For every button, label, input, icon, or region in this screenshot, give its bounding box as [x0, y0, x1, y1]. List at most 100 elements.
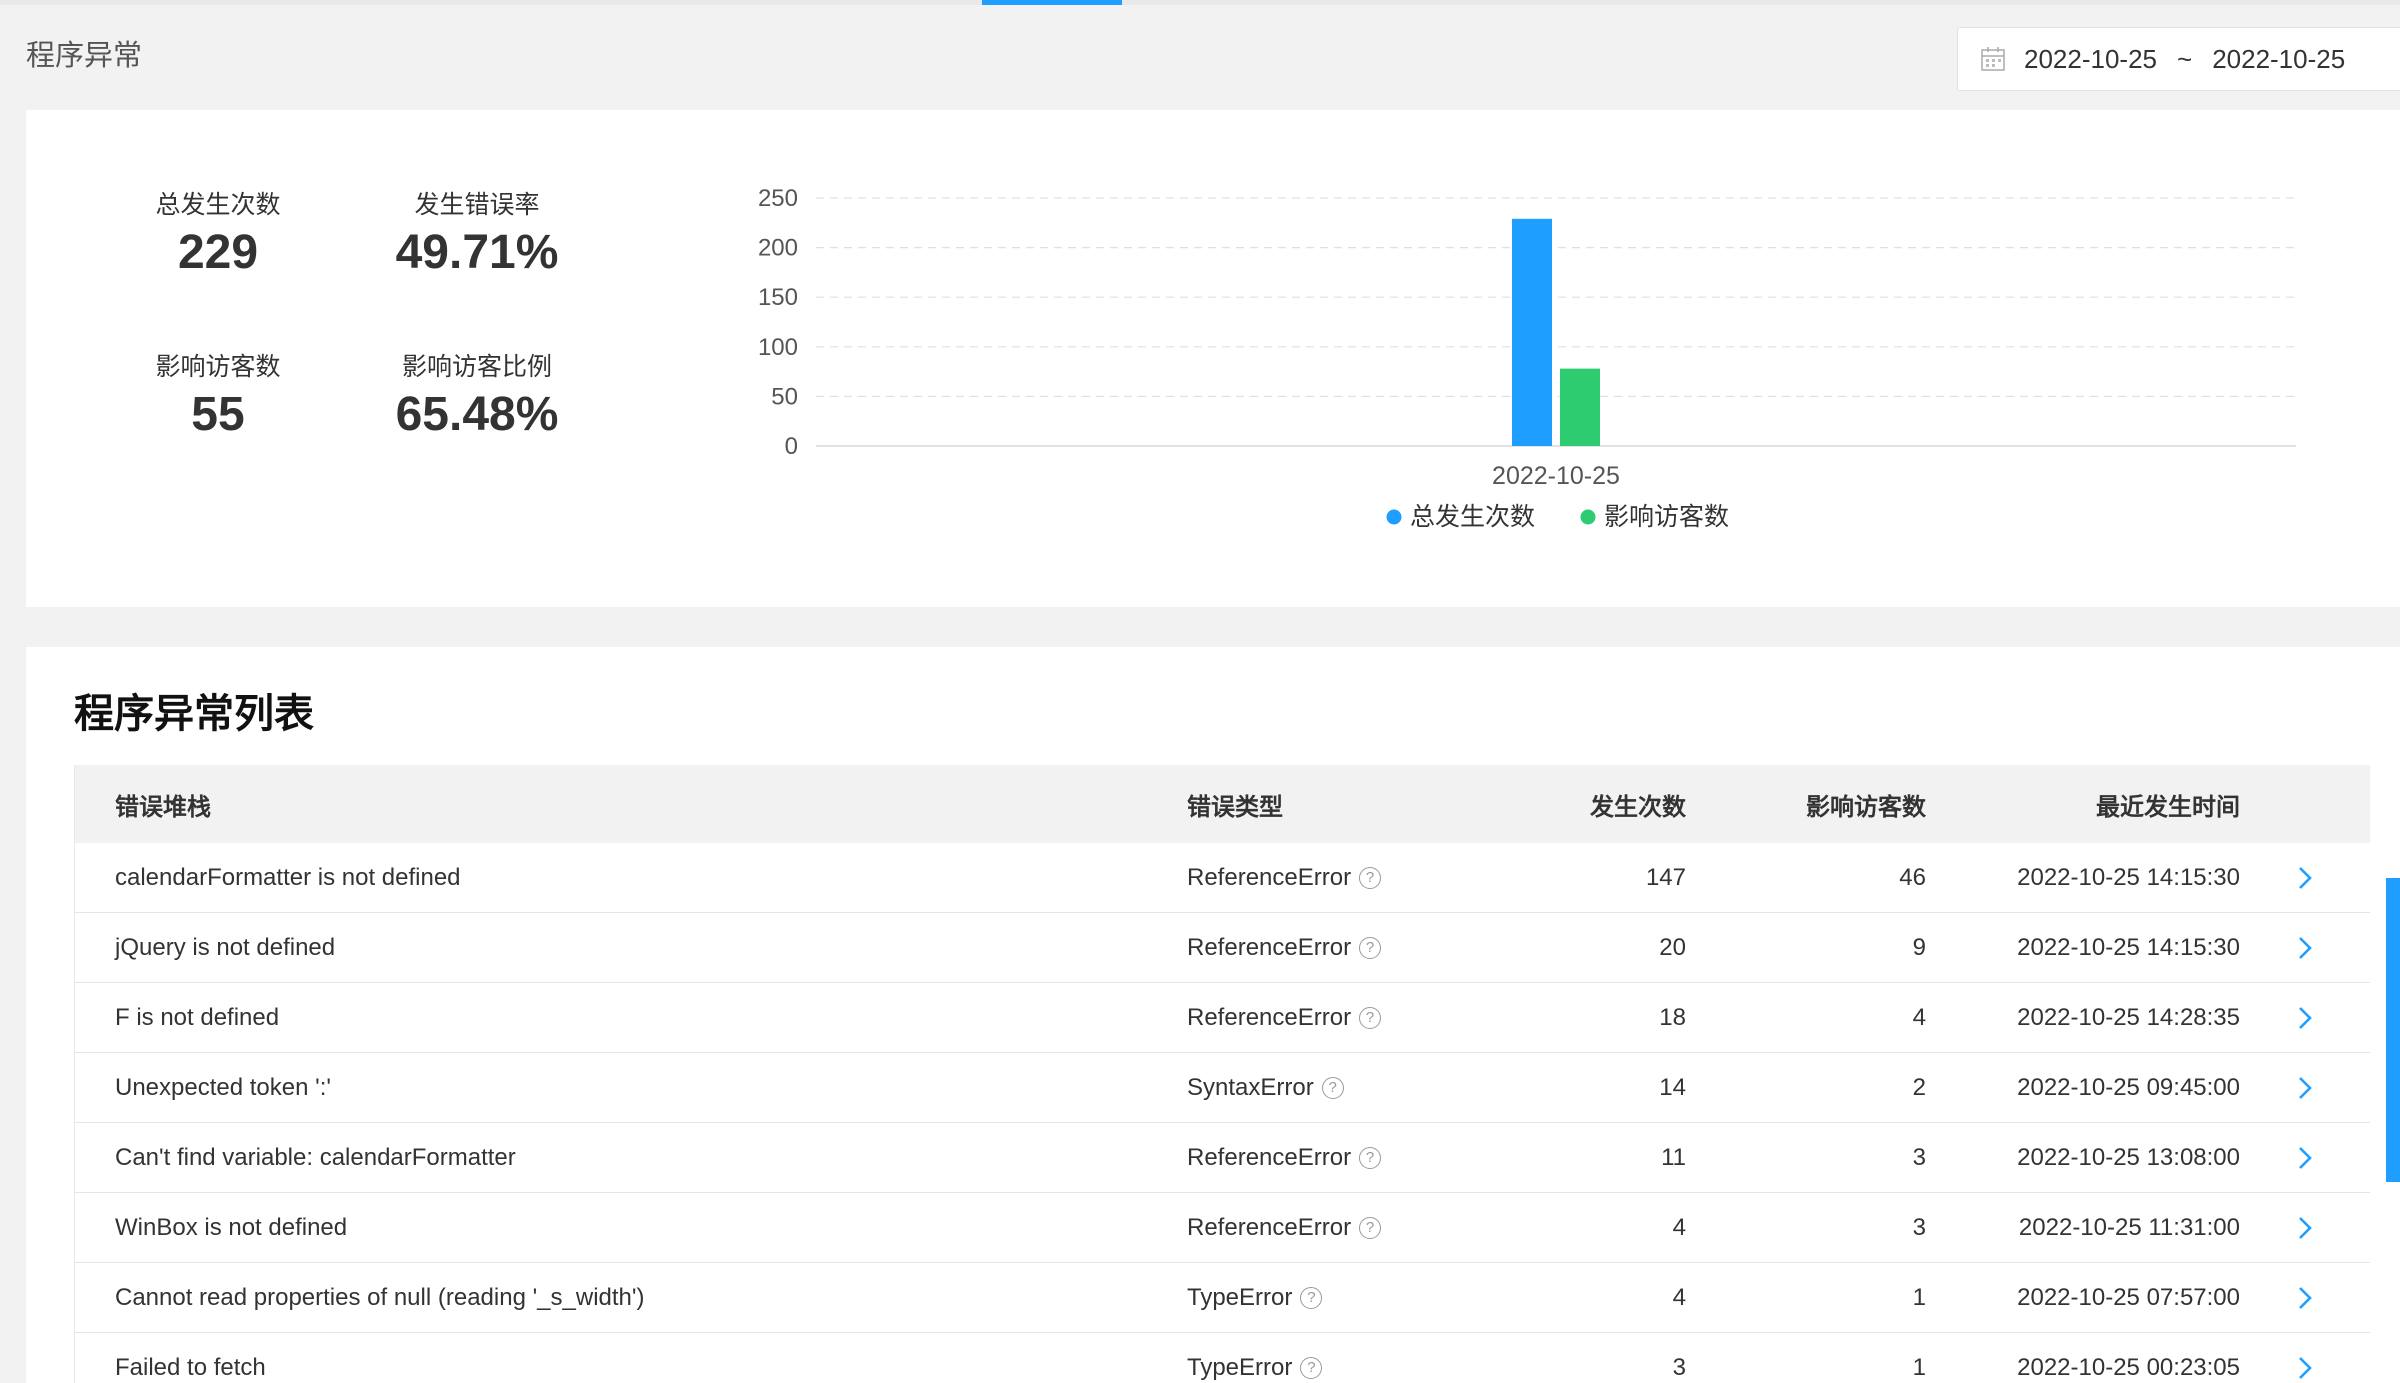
y-tick-label: 150 — [758, 284, 798, 311]
cell-type: ReferenceError? — [1185, 864, 1485, 892]
y-tick-label: 250 — [758, 185, 798, 212]
bar-total — [1512, 218, 1552, 446]
table-row[interactable]: Can't find variable: calendarFormatter Re… — [75, 1123, 2370, 1193]
cell-time: 2022-10-25 13:08:00 — [2017, 1143, 2240, 1171]
stat-visitors-value: 55 — [191, 388, 245, 441]
cell-visitors: 3 — [1912, 1213, 1926, 1241]
cell-visitors: 4 — [1912, 1003, 1926, 1031]
side-float-tab[interactable] — [2386, 878, 2400, 1182]
cell-count: 14 — [1659, 1073, 1686, 1101]
page-title: 程序异常 — [26, 40, 143, 72]
cell-stack: jQuery is not defined — [115, 933, 336, 961]
cell-time: 2022-10-25 07:57:00 — [2017, 1283, 2240, 1311]
stat-error-rate-label: 发生错误率 — [414, 191, 540, 219]
help-icon[interactable]: ? — [1359, 866, 1382, 889]
cell-time: 2022-10-25 11:31:00 — [2018, 1213, 2240, 1241]
legend-marker — [1580, 509, 1596, 525]
chevron-right-icon[interactable] — [2240, 1005, 2370, 1031]
cell-visitors: 1 — [1912, 1353, 1926, 1381]
cell-type-text: TypeError — [1187, 1353, 1293, 1381]
y-tick-label: 200 — [758, 235, 798, 262]
col-visitors-header: 影响访客数 — [1806, 793, 1926, 821]
table-body: calendarFormatter is not defined Referenc… — [75, 843, 2370, 1383]
stat-visitor-ratio-value: 65.48% — [395, 388, 559, 441]
cell-count: 147 — [1645, 863, 1686, 891]
cell-type: ReferenceError? — [1185, 1214, 1485, 1242]
cell-type-text: ReferenceError — [1187, 1143, 1352, 1171]
date-range-picker[interactable]: 2022-10-25 ~ 2022-10-25 — [1957, 27, 2400, 91]
help-icon[interactable]: ? — [1300, 1356, 1323, 1379]
cell-count: 4 — [1672, 1213, 1686, 1241]
stat-total-label: 总发生次数 — [155, 191, 281, 219]
cell-type-text: ReferenceError — [1187, 1213, 1352, 1241]
y-tick-label: 50 — [771, 383, 798, 410]
help-icon[interactable]: ? — [1359, 1216, 1382, 1239]
chevron-right-icon[interactable] — [2240, 1145, 2370, 1171]
chevron-right-icon[interactable] — [2240, 1215, 2370, 1241]
stat-visitors: 影响访客数 55 — [103, 350, 333, 444]
chevron-right-icon[interactable] — [2240, 935, 2370, 961]
table-row[interactable]: Cannot read properties of null (reading … — [75, 1263, 2370, 1333]
cell-time: 2022-10-25 09:45:00 — [2017, 1073, 2240, 1101]
cell-visitors: 2 — [1912, 1073, 1926, 1101]
stat-visitors-label: 影响访客数 — [155, 353, 281, 381]
cell-stack: F is not defined — [115, 1003, 280, 1031]
cell-count: 18 — [1659, 1003, 1686, 1031]
cell-type-text: ReferenceError — [1187, 1003, 1352, 1031]
bar-visitors — [1560, 368, 1600, 446]
help-icon[interactable]: ? — [1300, 1286, 1323, 1309]
help-icon[interactable]: ? — [1359, 936, 1382, 959]
cell-time: 2022-10-25 14:15:30 — [2017, 863, 2240, 891]
list-title: 程序异常列表 — [74, 692, 314, 736]
table-row[interactable]: F is not defined ReferenceError? 18 4 2022-1… — [75, 983, 2370, 1053]
col-type-header: 错误类型 — [1187, 793, 1283, 821]
chevron-right-icon[interactable] — [2240, 1285, 2370, 1311]
cell-type-text: ReferenceError — [1187, 933, 1352, 961]
stat-total: 总发生次数 229 — [103, 188, 333, 282]
cell-stack: Unexpected token ':' — [115, 1073, 331, 1101]
cell-time: 2022-10-25 14:28:35 — [2017, 1003, 2240, 1031]
cell-stack: Can't find variable: calendarFormatter — [115, 1143, 516, 1171]
date-start[interactable]: 2022-10-25 — [2024, 44, 2157, 75]
cell-type-text: ReferenceError — [1187, 863, 1352, 891]
stat-visitor-ratio: 影响访客比例 65.48% — [362, 350, 592, 444]
table-row[interactable]: WinBox is not defined ReferenceError? 4 3 20… — [75, 1193, 2370, 1263]
calendar-icon — [1981, 47, 2005, 71]
cell-stack: WinBox is not defined — [115, 1213, 348, 1241]
date-separator: ~ — [2177, 43, 2193, 74]
table-row[interactable]: Failed to fetch TypeError? 3 1 2022-10-25 00… — [75, 1333, 2370, 1383]
cell-stack: calendarFormatter is not defined — [115, 863, 461, 891]
chevron-right-icon[interactable] — [2240, 1355, 2370, 1381]
help-icon[interactable]: ? — [1321, 1076, 1344, 1099]
cell-type: ReferenceError? — [1185, 934, 1485, 962]
chevron-right-icon[interactable] — [2240, 1075, 2370, 1101]
table-row[interactable]: jQuery is not defined ReferenceError? 20 9 2… — [75, 913, 2370, 983]
help-icon[interactable]: ? — [1359, 1146, 1382, 1169]
cell-type: SyntaxError? — [1185, 1074, 1485, 1102]
table-header: 错误堆栈 错误类型 发生次数 影响访客数 最近发生时间 — [75, 765, 2370, 843]
cell-time: 2022-10-25 14:15:30 — [2017, 933, 2240, 961]
legend-label: 总发生次数 — [1410, 503, 1535, 531]
col-time-header: 最近发生时间 — [2096, 793, 2240, 821]
stat-error-rate: 发生错误率 49.71% — [362, 188, 592, 282]
cell-count: 3 — [1672, 1353, 1686, 1381]
table-row[interactable]: calendarFormatter is not defined Referenc… — [75, 843, 2370, 913]
cell-type-text: SyntaxError — [1187, 1073, 1314, 1101]
error-table: 错误堆栈 错误类型 发生次数 影响访客数 最近发生时间 calendarForm… — [74, 765, 2370, 1383]
legend-marker — [1386, 509, 1402, 525]
y-tick-label: 100 — [758, 334, 798, 361]
active-tab-indicator — [982, 0, 1122, 5]
date-end[interactable]: 2022-10-25 — [2212, 44, 2345, 75]
cell-type: ReferenceError? — [1185, 1004, 1485, 1032]
stat-error-rate-value: 49.71% — [395, 226, 559, 279]
help-icon[interactable]: ? — [1359, 1006, 1382, 1029]
top-tab-strip — [0, 0, 2400, 5]
cell-type: TypeError? — [1185, 1354, 1485, 1382]
col-count-header: 发生次数 — [1590, 793, 1686, 821]
cell-type: ReferenceError? — [1185, 1144, 1485, 1172]
cell-visitors: 3 — [1912, 1143, 1926, 1171]
chevron-right-icon[interactable] — [2240, 865, 2370, 891]
cell-count: 20 — [1659, 933, 1686, 961]
cell-visitors: 46 — [1899, 863, 1926, 891]
table-row[interactable]: Unexpected token ':' SyntaxError? 14 2 2022-… — [75, 1053, 2370, 1123]
